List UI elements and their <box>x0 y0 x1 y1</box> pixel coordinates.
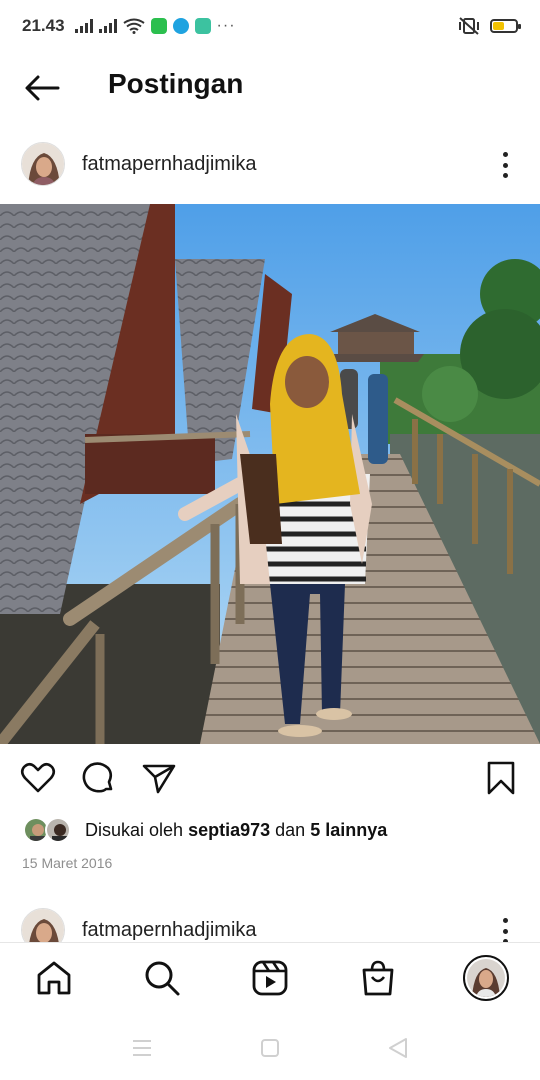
three-dots-vertical-icon[interactable] <box>500 152 510 178</box>
battery-level <box>493 22 504 30</box>
likes-connector: dan <box>275 819 306 840</box>
overflow-dots: ··· <box>216 17 236 34</box>
status-left-icons: ··· <box>74 17 236 35</box>
page-title: Postingan <box>108 68 244 99</box>
home-square-icon[interactable] <box>258 1036 282 1060</box>
home-icon[interactable] <box>35 959 73 997</box>
app-icon <box>194 18 211 34</box>
wifi-icon <box>122 18 145 34</box>
avatar-image <box>22 143 64 185</box>
signal-icon <box>74 19 93 33</box>
post-username[interactable]: fatmapernhadjimika <box>82 153 257 176</box>
post-photo-image <box>0 204 540 744</box>
heart-icon[interactable] <box>20 760 56 796</box>
app-icon <box>172 18 189 34</box>
avatar[interactable] <box>21 142 65 186</box>
arrow-left-icon[interactable] <box>22 72 62 104</box>
mute-vibrate-icon <box>459 17 479 35</box>
post-username[interactable]: fatmapernhadjimika <box>82 919 257 942</box>
menu-icon[interactable] <box>130 1036 154 1060</box>
post-header: fatmapernhadjimika <box>0 132 540 196</box>
status-bar: 21.43 ··· <box>0 0 540 52</box>
liked-by-username[interactable]: septia973 <box>188 820 270 840</box>
post-actions <box>0 756 540 800</box>
shop-icon[interactable] <box>359 959 397 997</box>
bookmark-icon[interactable] <box>483 760 519 796</box>
likes-prefix: Disukai oleh <box>85 819 184 840</box>
likes-text: Disukai oleh septia973 dan 5 lainnya <box>85 820 387 841</box>
search-icon[interactable] <box>143 959 181 997</box>
line-app-icon <box>150 18 167 34</box>
battery-icon <box>490 19 521 33</box>
avatar <box>45 817 71 843</box>
post-date: 15 Maret 2016 <box>22 855 113 871</box>
back-triangle-icon[interactable] <box>386 1036 410 1060</box>
signal-icon <box>98 19 117 33</box>
status-time: 21.43 <box>22 16 65 35</box>
likes-summary[interactable]: Disukai oleh septia973 dan 5 lainnya <box>23 815 387 845</box>
app-header: Postingan <box>0 52 540 122</box>
avatar <box>467 959 505 997</box>
comment-icon[interactable] <box>80 760 116 796</box>
system-nav-bar <box>0 1014 540 1080</box>
others-count[interactable]: 5 lainnya <box>310 820 387 840</box>
reels-icon[interactable] <box>251 959 289 997</box>
send-icon[interactable] <box>141 760 177 796</box>
bottom-nav <box>0 942 540 1014</box>
profile-avatar[interactable] <box>463 955 509 1001</box>
post-photo[interactable] <box>0 204 540 744</box>
liker-avatars <box>23 816 75 844</box>
three-dots-vertical-icon[interactable] <box>500 918 510 944</box>
status-right-icons <box>458 16 521 36</box>
